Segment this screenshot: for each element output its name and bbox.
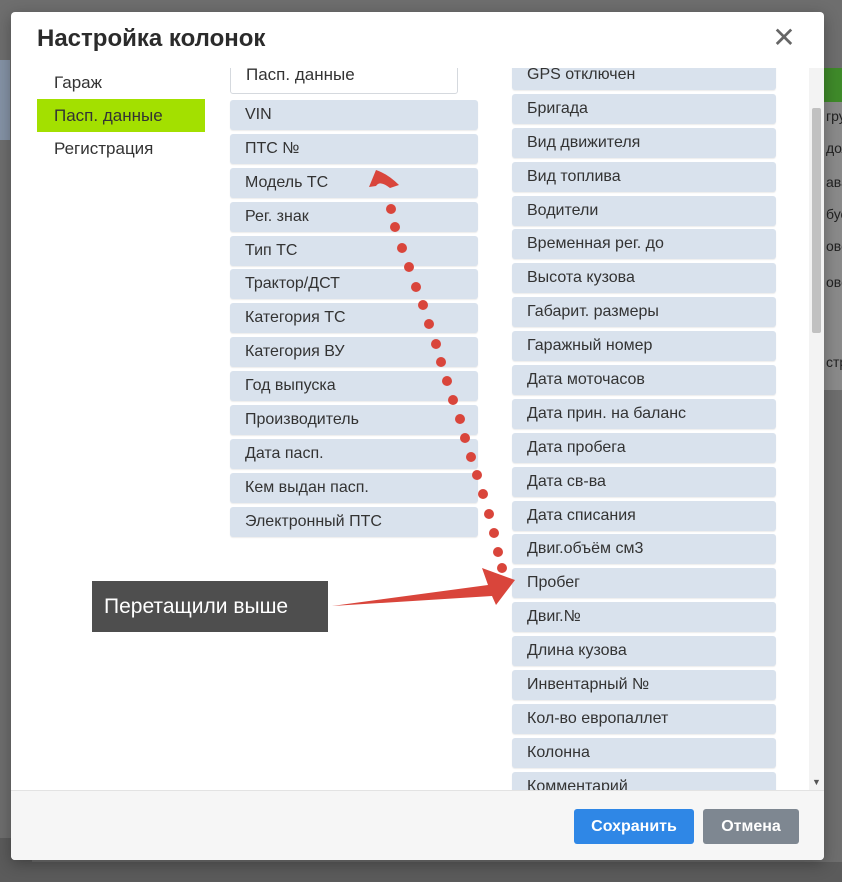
backdrop-bottom (32, 862, 842, 882)
column-chip[interactable]: Кол-во европаллет (512, 703, 776, 734)
column-chip[interactable]: Водители (512, 195, 776, 226)
column-chip[interactable]: ПТС № (230, 133, 478, 164)
left-menu-item[interactable]: Гараж (37, 68, 205, 99)
column-chip[interactable]: Категория ВУ (230, 337, 478, 368)
column-chip[interactable]: Категория ТС (230, 303, 478, 334)
column-chip[interactable]: Гаражный номер (512, 331, 776, 362)
scrollbar[interactable]: ▼ (809, 68, 824, 790)
background-row: стр (826, 354, 842, 370)
column-chip[interactable]: Дата пасп. (230, 438, 478, 469)
scrollbar-track (812, 68, 821, 108)
column-chip[interactable]: Модель ТС (230, 167, 478, 198)
column-chip[interactable]: GPS отключен (512, 68, 776, 90)
column-chip[interactable]: Временная рег. до (512, 229, 776, 260)
column-chip[interactable]: Электронный ПТС (230, 506, 478, 537)
column-chip[interactable]: Высота кузова (512, 263, 776, 294)
cancel-button[interactable]: Отмена (703, 809, 799, 844)
column-chip[interactable]: Кем выдан пасп. (230, 472, 478, 503)
column-chip[interactable]: Бригада (512, 93, 776, 124)
column-chip[interactable]: Длина кузова (512, 636, 776, 667)
column-chip[interactable]: Тип ТС (230, 235, 478, 266)
column-chip[interactable]: Габарит. размеры (512, 297, 776, 328)
left-menu-item[interactable]: Регистрация (37, 132, 205, 165)
background-row: ово (826, 238, 842, 254)
column-chip[interactable]: Колонна (512, 737, 776, 768)
left-menu-item[interactable]: Пасп. данные (37, 99, 205, 132)
column-chip[interactable]: Двиг.объём см3 (512, 534, 776, 565)
column-chip[interactable]: Комментарий (512, 771, 776, 790)
right-column-list: GPS отключен Бригада Вид движителя Вид топл… (512, 68, 776, 790)
column-chip[interactable]: Вид топлива (512, 161, 776, 192)
scroll-down-icon[interactable]: ▼ (809, 774, 824, 790)
mid-column-header[interactable]: Пасп. данные (230, 68, 458, 94)
column-chip[interactable]: Дата пробега (512, 432, 776, 463)
column-chip[interactable]: Производитель (230, 405, 478, 436)
column-chip[interactable]: VIN (230, 100, 478, 130)
column-chip[interactable]: Год выпуска (230, 371, 478, 402)
background-row: гру (826, 108, 842, 124)
column-chip[interactable]: Двиг.№ (512, 602, 776, 633)
mid-column-list: VIN ПТС № Модель ТС Рег. знак Тип ТС Трактор/… (230, 100, 478, 541)
column-chip[interactable]: Дата прин. на баланс (512, 398, 776, 429)
column-chip[interactable]: Инвентарный № (512, 670, 776, 701)
dialog-footer: Сохранить Отмена (11, 790, 824, 860)
background-row: ава (826, 174, 842, 190)
background-row: дол (826, 140, 842, 156)
scrollbar-thumb[interactable] (812, 108, 821, 333)
column-chip[interactable]: Трактор/ДСТ (230, 269, 478, 300)
column-chip[interactable]: Дата списания (512, 500, 776, 531)
column-chip[interactable]: Дата моточасов (512, 365, 776, 396)
dialog-body: Гараж Пасп. данные Регистрация Пасп. данны… (11, 68, 824, 790)
dialog-title: Настройка колонок (37, 25, 266, 52)
annotation-callout: Перетащили выше (92, 581, 328, 632)
column-chip[interactable]: Дата св-ва (512, 466, 776, 497)
backdrop-strip (0, 60, 10, 140)
close-icon[interactable]: ✕ (771, 24, 797, 53)
column-chip[interactable]: Пробег (512, 568, 776, 599)
save-button[interactable]: Сохранить (574, 809, 694, 844)
column-chip[interactable]: Рег. знак (230, 201, 478, 232)
background-row: ово (826, 274, 842, 290)
column-chip[interactable]: Вид движителя (512, 127, 776, 158)
background-row: бус (826, 206, 842, 222)
column-settings-dialog: Настройка колонок ✕ Гараж Пасп. данные Рег… (11, 12, 824, 860)
